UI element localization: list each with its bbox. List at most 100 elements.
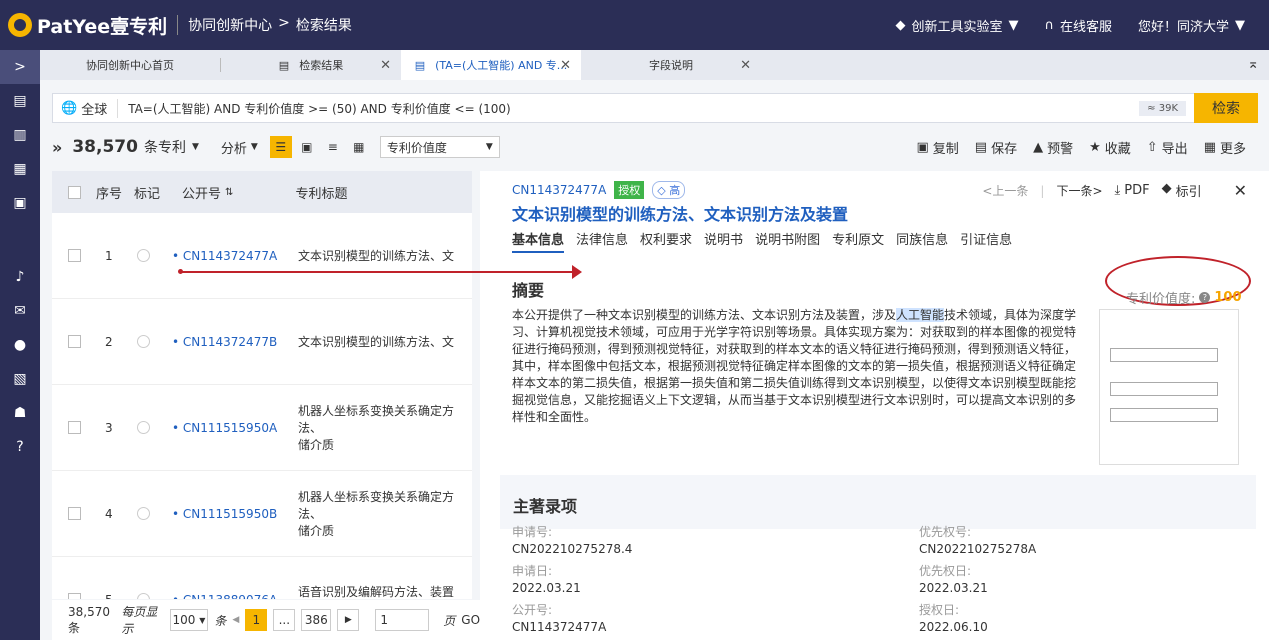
close-icon[interactable]: ✕ (380, 58, 391, 73)
row-mark[interactable] (137, 507, 150, 520)
detail-tab[interactable]: 说明书附图 (755, 229, 820, 253)
clock-icon[interactable]: ● (0, 328, 40, 362)
online-service-link[interactable]: ∩ 在线客服 (1044, 16, 1112, 35)
row-title[interactable]: 语音识别及编解码方法、装置 质 (298, 583, 458, 600)
row-pubno[interactable]: • CN114372477A (172, 249, 298, 263)
help-icon[interactable]: ? (0, 430, 40, 464)
patent-title: 文本识别模型的训练方法、文本识别方法及装置 (512, 205, 849, 224)
go-button[interactable]: GO (461, 613, 480, 627)
row-pubno[interactable]: • CN113889076A (172, 593, 298, 600)
row-checkbox[interactable] (68, 421, 81, 434)
user-icon[interactable]: ☗ (0, 396, 40, 430)
close-icon[interactable]: ✕ (740, 58, 751, 73)
monitor-icon[interactable]: ▣ (0, 186, 40, 220)
row-pubno[interactable]: • CN111515950A (172, 421, 298, 435)
detail-tab[interactable]: 法律信息 (576, 229, 628, 253)
header-pubno[interactable]: 公开号 (182, 183, 221, 202)
more-button[interactable]: ▦ 更多 (1204, 138, 1246, 157)
brand-logo[interactable]: PatYee壹专利 (8, 12, 167, 39)
detail-tab[interactable]: 同族信息 (896, 229, 948, 253)
tab-home[interactable]: 协同创新中心首页 (40, 50, 220, 80)
page-1-button[interactable]: 1 (245, 609, 268, 631)
label-button[interactable]: ◆ 标引 (1162, 181, 1202, 200)
search-button[interactable]: 检索 (1194, 93, 1258, 123)
row-checkbox[interactable] (68, 249, 81, 262)
row-pubno[interactable]: • CN114372477B (172, 335, 298, 349)
list-view-icon[interactable]: ☰ (269, 136, 292, 158)
prev-record-link[interactable]: <上一条 (982, 182, 1028, 199)
table-row[interactable]: 4 • CN111515950B 机器人坐标系变换关系确定方法、 储介质 (52, 471, 472, 557)
sort-field-select[interactable]: 专利价值度 ▼ (379, 136, 500, 158)
collapse-icon[interactable]: ⌅ (1247, 56, 1259, 72)
next-page-icon[interactable]: ▶ (337, 609, 360, 631)
table-row[interactable]: 3 • CN111515950A 机器人坐标系变换关系确定方法、 储介质 (52, 385, 472, 471)
warning-icon: ▲ (1033, 139, 1044, 155)
per-page-select[interactable]: 100 ▼ (169, 609, 209, 631)
row-pubno[interactable]: • CN111515950B (172, 507, 298, 521)
detail-view-icon[interactable]: ≡ (322, 136, 344, 158)
next-record-link[interactable]: 下一条> (1056, 182, 1102, 199)
row-mark[interactable] (137, 593, 150, 599)
row-checkbox[interactable] (68, 593, 81, 599)
detail-tab[interactable]: 专利原文 (832, 229, 884, 253)
image-view-icon[interactable]: ▣ (296, 136, 318, 158)
row-title[interactable]: 文本识别模型的训练方法、文 (298, 247, 458, 264)
drawing-thumbnail[interactable] (1099, 309, 1239, 465)
search-input[interactable]: TA=(人工智能) AND 专利价值度 >= (50) AND 专利价值度 <=… (128, 100, 1139, 117)
tools-menu[interactable]: ◆ 创新工具实验室 ▼ (895, 16, 1018, 35)
pdf-button[interactable]: ⤓ PDF (1115, 183, 1150, 198)
alert-button[interactable]: ▲ 预警 (1033, 138, 1073, 157)
row-mark[interactable] (137, 335, 150, 348)
mail-icon[interactable]: ✉ (0, 294, 40, 328)
grid-view-icon[interactable]: ▦ (348, 136, 370, 158)
table-row[interactable]: 2 • CN114372477B 文本识别模型的训练方法、文 (52, 299, 472, 385)
bell-icon[interactable]: ♪ (0, 260, 40, 294)
row-title[interactable]: 机器人坐标系变换关系确定方法、 储介质 (298, 488, 458, 539)
row-title[interactable]: 机器人坐标系变换关系确定方法、 储介质 (298, 402, 458, 453)
row-mark[interactable] (137, 249, 150, 262)
select-all-checkbox[interactable] (68, 185, 81, 199)
copy-label: 复制 (932, 141, 959, 157)
save-button[interactable]: ▤ 保存 (975, 138, 1017, 157)
per-page-label: 每页显示 (121, 605, 158, 636)
tab-field-help[interactable]: 字段说明 ✕ (581, 50, 761, 80)
search-doc-icon[interactable]: ▤ (0, 84, 40, 118)
row-index: 1 (105, 248, 113, 263)
row-checkbox[interactable] (68, 335, 81, 348)
detail-tab[interactable]: 基本信息 (512, 229, 565, 253)
copy-button[interactable]: ▣ 复制 (916, 138, 958, 157)
detail-tab[interactable]: 权利要求 (640, 229, 692, 253)
sort-icon[interactable]: ⇅ (225, 187, 233, 198)
bib-value: CN202210275278A (919, 542, 1037, 556)
breadcrumb-item-home[interactable]: 协同创新中心 (188, 15, 272, 35)
detail-tab[interactable]: 引证信息 (960, 229, 1012, 253)
label-label: 标引 (1175, 185, 1202, 200)
row-checkbox[interactable] (68, 507, 81, 520)
close-icon[interactable]: ✕ (560, 58, 571, 73)
scope-selector[interactable]: 🌐 全球 (61, 98, 119, 118)
goto-page-input[interactable]: 1 (375, 609, 430, 631)
expand-sidebar-icon[interactable]: > (0, 50, 40, 84)
cards-icon[interactable]: ▦ (0, 152, 40, 186)
favorite-button[interactable]: ★ 收藏 (1089, 138, 1131, 157)
row-mark[interactable] (137, 421, 150, 434)
help-icon[interactable]: ? (1199, 292, 1211, 303)
chart-icon[interactable]: ▧ (0, 362, 40, 396)
table-row[interactable]: 1 • CN114372477A 文本识别模型的训练方法、文 (52, 213, 472, 299)
detail-pubno[interactable]: CN114372477A (512, 183, 606, 197)
tab-search-results[interactable]: ▤ 检索结果 ✕ (221, 50, 401, 80)
analyze-menu[interactable]: 分析 ▼ (221, 138, 258, 157)
tab-query[interactable]: ▤ (TA=(人工智能) AND 专... ✕ (401, 50, 581, 80)
prev-page-icon[interactable]: ◀ (232, 615, 239, 625)
book-icon[interactable]: ▥ (0, 118, 40, 152)
row-title[interactable]: 文本识别模型的训练方法、文 (298, 333, 458, 350)
close-icon[interactable]: ✕ (1234, 181, 1247, 200)
export-button[interactable]: ⇧ 导出 (1147, 138, 1188, 157)
page-last-button[interactable]: 386 (301, 609, 332, 631)
caret-down-icon[interactable]: ▼ (192, 142, 199, 152)
user-menu[interactable]: 您好！同济大学 ▼ (1138, 16, 1245, 35)
double-chevron-icon[interactable]: » (52, 138, 62, 157)
bib-label: 优先权日: (919, 564, 972, 578)
detail-tab[interactable]: 说明书 (704, 229, 743, 253)
table-row[interactable]: 5 • CN113889076A语音识别及编解码方法、装置 质 (52, 557, 472, 599)
